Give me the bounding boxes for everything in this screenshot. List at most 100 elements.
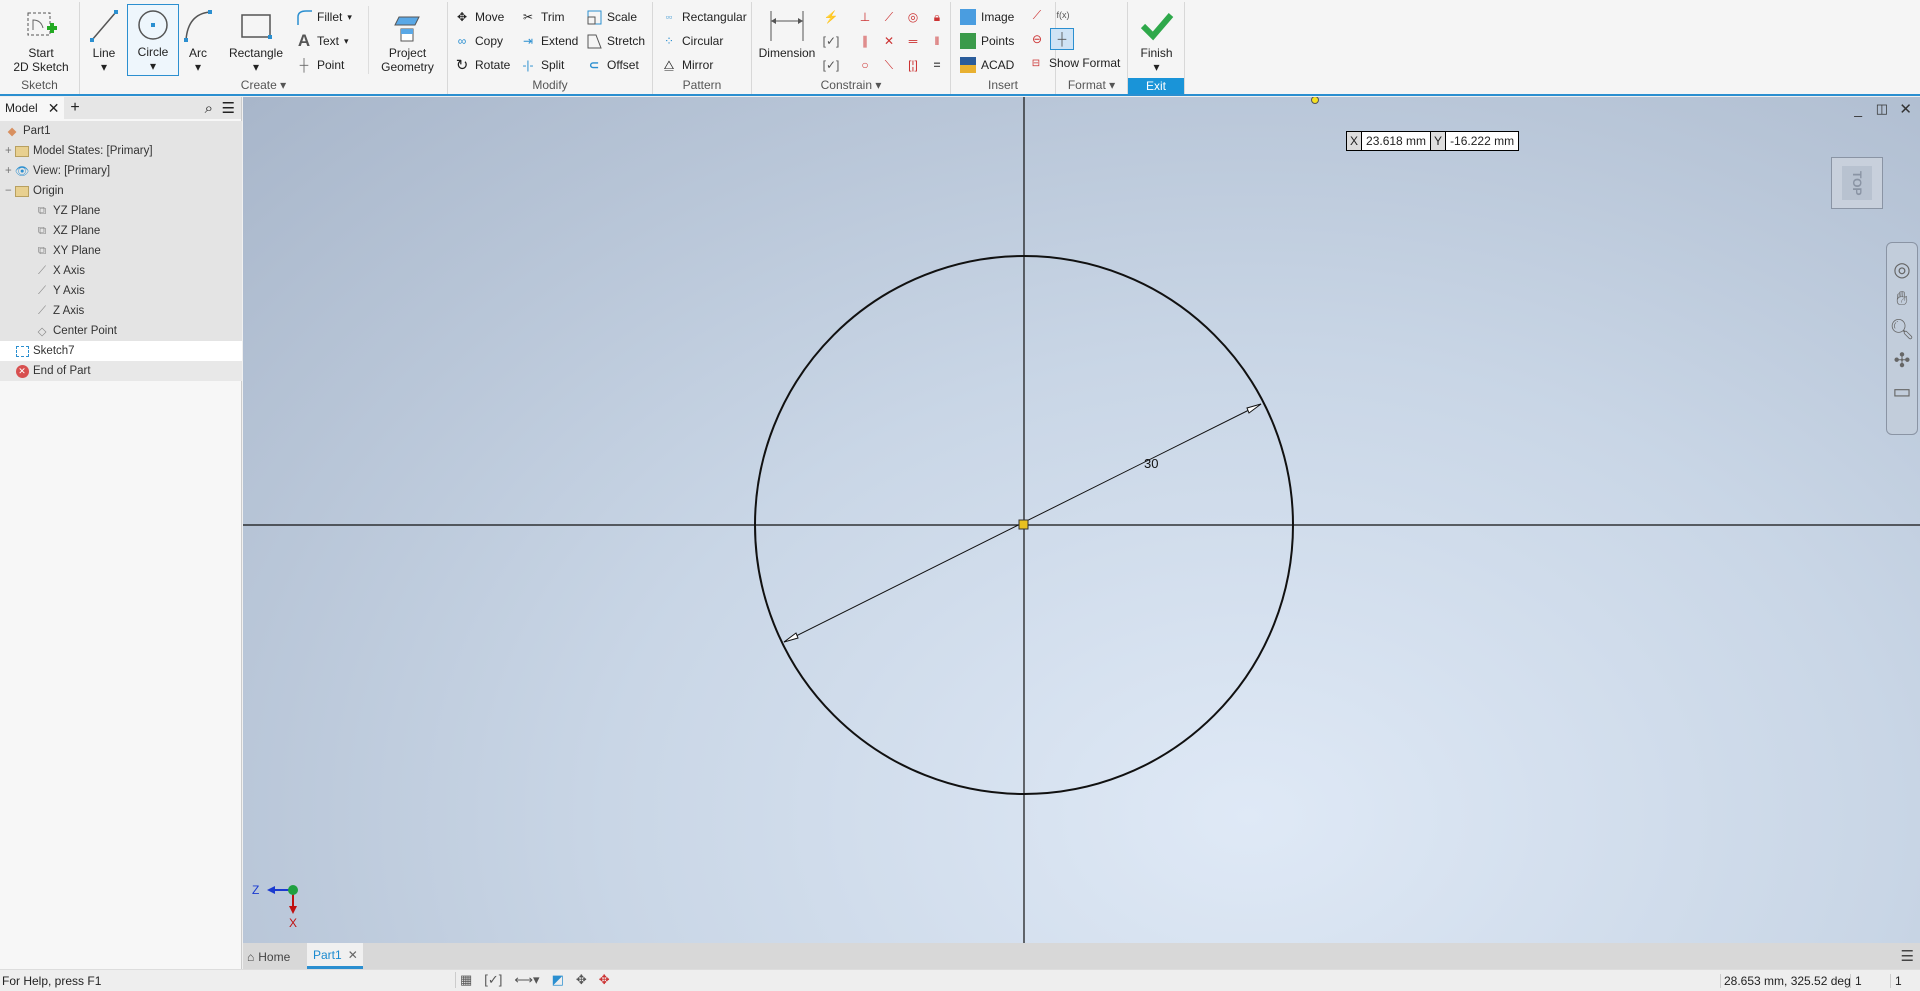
fillet-button[interactable]: Fillet ▾	[296, 7, 352, 27]
rectangular-pattern-button[interactable]: ▫▫ Rectangular	[661, 7, 747, 27]
constraint-settings-icon[interactable]: [✓]	[822, 56, 840, 74]
menu-icon[interactable]: ☰	[1901, 947, 1914, 965]
text-button[interactable]: A Text ▾	[296, 31, 349, 51]
split-button[interactable]: -|- Split	[520, 55, 564, 75]
center-point-toggle-icon[interactable]: ┼	[1050, 28, 1074, 50]
search-icon[interactable]: ⌕	[205, 100, 213, 117]
browser-item-end-of-part[interactable]: ✕ End of Part	[0, 361, 242, 381]
smooth-constraint-icon[interactable]: ⟍	[880, 56, 898, 74]
offset-button[interactable]: ⊂ Offset	[586, 55, 639, 75]
mirror-button[interactable]: ⧋ Mirror	[661, 55, 714, 75]
constraint-inference-icon[interactable]: [✓]	[822, 32, 840, 50]
fix-constraint-icon[interactable]: 🔒︎	[928, 8, 946, 26]
browser-item-label: View: [Primary]	[33, 165, 111, 177]
circular-pattern-icon: ⁘	[663, 34, 675, 48]
minimize-icon[interactable]: _	[1854, 101, 1862, 117]
stretch-button[interactable]: Stretch	[586, 31, 645, 51]
circle-button[interactable]: Circle ▾	[127, 4, 179, 76]
zoom-icon[interactable]: 🔍︎	[1889, 317, 1914, 342]
sketch-canvas[interactable]: 30	[243, 97, 1920, 943]
slice-graphics-icon[interactable]: ◩	[552, 972, 564, 988]
view-face-icon[interactable]: ▭	[1893, 379, 1912, 404]
driven-dimension-icon[interactable]: f(x)	[1054, 6, 1072, 24]
browser-item-xy-plane[interactable]: ⧉ XY Plane	[0, 241, 242, 261]
add-tab-icon[interactable]: +	[70, 99, 79, 117]
constraint-inference-icon[interactable]: [✓]	[484, 972, 502, 988]
graphics-viewport[interactable]: 30 X 23.618 mm Y -16.222 mm _ ◫ ✕ TOP ◎ …	[243, 97, 1920, 943]
steering-wheel-icon[interactable]: ◎	[1893, 257, 1910, 282]
y-coordinate-field[interactable]: -16.222 mm	[1446, 132, 1518, 150]
symmetric-constraint-icon[interactable]: [¦]	[904, 56, 922, 74]
format-panel-label[interactable]: Format ▾	[1056, 78, 1127, 92]
point-button[interactable]: ┼ Point	[296, 55, 345, 75]
horizontal-constraint-icon[interactable]: ═	[904, 32, 922, 50]
close-icon[interactable]: ✕	[348, 948, 358, 962]
acad-button[interactable]: ACAD	[960, 55, 1014, 75]
finish-button[interactable]: Finish ▾	[1128, 6, 1185, 74]
centerline-icon[interactable]: ⊖	[1028, 30, 1046, 48]
start-2d-sketch-button[interactable]: Start 2D Sketch	[4, 6, 78, 74]
points-button[interactable]: Points	[960, 31, 1014, 51]
browser-item-model-states-primary[interactable]: + Model States: [Primary]	[0, 141, 242, 161]
circular-pattern-button[interactable]: ⁘ Circular	[661, 31, 723, 51]
rectangular-pattern-icon: ▫▫	[665, 12, 673, 22]
close-icon[interactable]: ✕	[1899, 100, 1912, 118]
constrain-panel-label[interactable]: Constrain ▾	[752, 78, 950, 92]
browser-item-center-point[interactable]: ◇ Center Point	[0, 321, 242, 341]
orbit-icon[interactable]: ✣	[1894, 348, 1911, 373]
browser-item-origin[interactable]: − Origin	[0, 181, 242, 201]
image-button[interactable]: Image	[960, 7, 1014, 27]
expand-toggle-icon[interactable]: −	[5, 185, 12, 197]
expand-toggle-icon[interactable]: +	[5, 145, 12, 157]
construction-icon[interactable]: ⟋	[1028, 6, 1046, 24]
browser-item-part1[interactable]: ◆ Part1	[0, 121, 242, 141]
automatic-dimensions-icon[interactable]: ⚡	[822, 8, 840, 26]
close-icon[interactable]: ✕	[48, 100, 60, 117]
extend-button[interactable]: ⇥ Extend	[520, 31, 578, 51]
browser-item-xz-plane[interactable]: ⧉ XZ Plane	[0, 221, 242, 241]
move-button[interactable]: ✥ Move	[454, 7, 504, 27]
browser-item-yz-plane[interactable]: ⧉ YZ Plane	[0, 201, 242, 221]
parallel-constraint-icon[interactable]: ∥	[856, 32, 874, 50]
browser-item-view-primary[interactable]: + 👁︎ View: [Primary]	[0, 161, 242, 181]
dimension-button[interactable]: Dimension	[756, 6, 818, 60]
line-button[interactable]: Line ▾	[86, 6, 122, 74]
viewcube-face-top[interactable]: TOP	[1842, 166, 1872, 200]
project-geometry-button[interactable]: Project Geometry	[368, 6, 446, 74]
trim-button[interactable]: ✂ Trim	[520, 7, 565, 27]
rectangle-button[interactable]: Rectangle ▾	[222, 6, 290, 74]
expand-toggle-icon[interactable]: +	[5, 165, 12, 177]
restore-icon[interactable]: ◫	[1876, 101, 1888, 117]
show-format-button[interactable]: ⊟ Show Format	[1028, 53, 1121, 73]
browser-item-y-axis[interactable]: ⟋ Y Axis	[0, 281, 242, 301]
create-panel-label[interactable]: Create ▾	[80, 78, 447, 92]
browser-item-x-axis[interactable]: ⟋ X Axis	[0, 261, 242, 281]
show-dof-icon[interactable]: ✥	[576, 972, 587, 988]
pan-icon[interactable]: ✋︎	[1896, 288, 1907, 311]
x-coordinate-field[interactable]: 23.618 mm	[1362, 132, 1432, 150]
tangent-constraint-icon[interactable]: ○	[856, 56, 874, 74]
tab-model[interactable]: Model ✕	[0, 97, 65, 119]
arc-button[interactable]: Arc ▾	[182, 6, 214, 74]
copy-button[interactable]: ∞ Copy	[454, 31, 503, 51]
split-icon: -|-	[522, 58, 534, 72]
dimension-value[interactable]: 30	[1144, 456, 1158, 471]
coincident-constraint-icon[interactable]: ⟋	[880, 8, 898, 26]
tab-home[interactable]: ⌂ Home	[247, 945, 290, 969]
collinear-constraint-icon[interactable]: ✕	[880, 32, 898, 50]
perpendicular-constraint-icon[interactable]: ⊥	[856, 8, 874, 26]
vertical-constraint-icon[interactable]: ‖	[928, 32, 946, 50]
browser-item-sketch7[interactable]: Sketch7	[0, 341, 242, 361]
scale-button[interactable]: Scale	[586, 7, 637, 27]
rotate-button[interactable]: ↻ Rotate	[454, 55, 511, 75]
dimension-toggle-icon[interactable]: ⟷▾	[514, 972, 539, 988]
concentric-constraint-icon[interactable]: ◎	[904, 8, 922, 26]
menu-icon[interactable]: ☰	[222, 99, 235, 117]
grid-snap-icon[interactable]: ▦	[460, 972, 472, 988]
equal-constraint-icon[interactable]: =	[928, 56, 946, 74]
viewcube[interactable]: TOP	[1831, 157, 1883, 209]
center-point[interactable]	[1018, 519, 1029, 530]
browser-item-z-axis[interactable]: ⟋ Z Axis	[0, 301, 242, 321]
tab-part1[interactable]: Part1 ✕	[307, 943, 363, 969]
relax-mode-icon[interactable]: ✥	[599, 972, 610, 988]
